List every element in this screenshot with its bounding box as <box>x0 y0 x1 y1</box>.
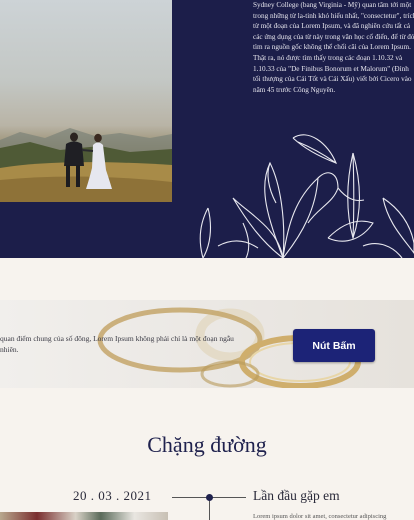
banner-text-content: quan điểm chung của số đông, Lorem Ipsum… <box>0 334 234 354</box>
timeline-vertical-line <box>209 498 210 520</box>
hero-paragraph: Sydney College (bang Virginia - Mỹ) quan… <box>253 0 414 95</box>
timeline-dot <box>206 494 213 501</box>
floral-line-art <box>199 134 414 258</box>
timeline-event-text: Lorem ipsum dolor sit amet, consectetur … <box>253 513 387 520</box>
primary-button[interactable]: Nút Bấm <box>293 329 375 362</box>
timeline-title: Chặng đường <box>147 432 267 457</box>
timeline-event-photo <box>0 512 168 520</box>
couple-photo <box>0 0 172 202</box>
couple-photo-image <box>0 128 172 202</box>
timeline-event-title: Lần đầu gặp em <box>253 488 340 503</box>
banner-text: quan điểm chung của số đông, Lorem Ipsum… <box>0 333 250 355</box>
hero-paragraph-text: Sydney College (bang Virginia - Mỹ) quan… <box>253 1 414 94</box>
timeline-date: 20 . 03 . 2021 <box>73 488 152 503</box>
spacer-band <box>0 258 414 300</box>
hero-section: Sydney College (bang Virginia - Mỹ) quan… <box>0 0 414 258</box>
